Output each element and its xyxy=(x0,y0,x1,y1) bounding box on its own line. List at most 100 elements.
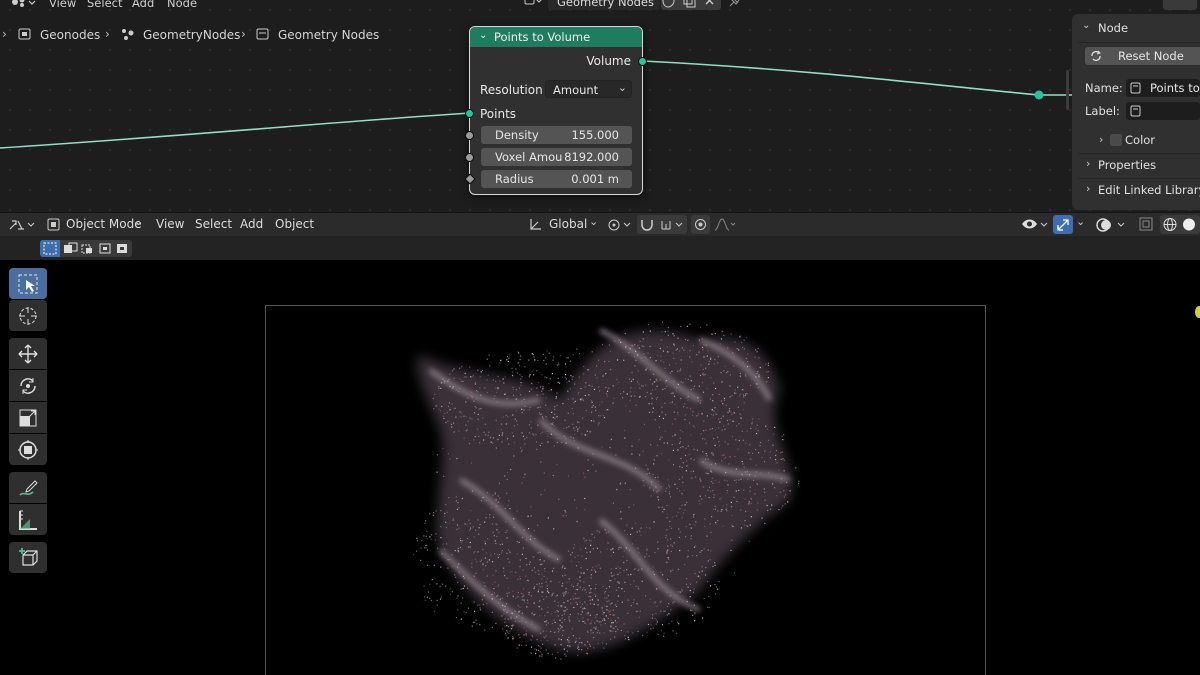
panel-title: Node xyxy=(1098,21,1129,35)
panel-resize-handle[interactable] xyxy=(1066,70,1069,110)
node-name-input[interactable]: Points to V xyxy=(1126,79,1200,97)
point-cloud-render xyxy=(412,321,800,660)
editor-type-3d-icon[interactable] xyxy=(8,217,36,233)
node-header[interactable]: ⌄ Points to Volume xyxy=(470,27,642,47)
select-mode-icons xyxy=(64,242,127,254)
voxel-amount-field[interactable]: Voxel Amou 8192.000 xyxy=(481,148,632,166)
select-box-tool[interactable] xyxy=(9,268,47,299)
menu-add[interactable]: Add xyxy=(240,217,263,231)
volume-output-socket[interactable] xyxy=(638,57,647,66)
shading-mode-buttons[interactable] xyxy=(1160,215,1200,234)
node-properties-panel[interactable]: ⌄ Node Reset Node Name: Points to V Labe… xyxy=(1072,14,1200,210)
color-subpanel-label[interactable]: Color xyxy=(1125,133,1155,147)
node-label-input[interactable] xyxy=(1126,102,1200,120)
chevron-right-icon[interactable]: › xyxy=(1099,133,1103,146)
overlays-icon xyxy=(1096,218,1125,232)
name-label: Name: xyxy=(1085,81,1123,95)
gizmo-axis-dot[interactable] xyxy=(1195,306,1200,318)
falloff-curve-icon xyxy=(714,218,736,231)
scale-tool[interactable] xyxy=(9,402,47,433)
visibility-select[interactable] xyxy=(1020,216,1050,233)
move-tool[interactable] xyxy=(9,338,47,369)
proportional-icon xyxy=(695,219,706,230)
divider xyxy=(1078,42,1200,43)
density-value: 155.000 xyxy=(571,128,619,142)
transform-tool[interactable] xyxy=(9,434,47,465)
chevron-down-icon[interactable]: ⌄ xyxy=(1076,215,1085,228)
object-mode-icon xyxy=(47,218,60,231)
divider xyxy=(1078,153,1200,154)
overlays-select[interactable] xyxy=(1094,215,1128,234)
resolution-mode-select[interactable]: Amount ⌄ xyxy=(545,80,632,98)
label-label: Label: xyxy=(1085,104,1120,118)
node-icon xyxy=(1130,82,1141,94)
voxel-amount-input-socket[interactable] xyxy=(465,153,474,162)
add-cube-tool[interactable] xyxy=(9,542,47,573)
voxel-amount-value: 8192.000 xyxy=(564,150,619,164)
transform-orientation-select[interactable]: Global ⌄ xyxy=(526,215,600,234)
resolution-mode-value: Amount xyxy=(553,83,599,97)
selection-mode-buttons[interactable] xyxy=(40,240,132,257)
density-label: Density xyxy=(495,128,539,142)
orientation-axes-icon xyxy=(530,219,541,230)
cursor-icon xyxy=(19,307,37,325)
cursor-tool[interactable] xyxy=(9,300,47,331)
select-new-button[interactable] xyxy=(40,240,60,257)
transform-icon xyxy=(18,440,38,460)
mode-select[interactable]: Object Mode ⌄ xyxy=(45,215,145,234)
chevron-right-icon[interactable]: › xyxy=(1086,157,1090,170)
shading-icons xyxy=(1163,218,1195,231)
xray-icon xyxy=(1139,217,1153,231)
3d-viewport[interactable] xyxy=(0,260,1200,675)
divider xyxy=(1078,178,1200,179)
node-icon xyxy=(1130,105,1141,117)
menu-object[interactable]: Object xyxy=(275,217,314,231)
chevron-down-icon: ⌄ xyxy=(589,215,599,228)
color-checkbox[interactable] xyxy=(1110,134,1122,146)
chevron-down-icon: ⌄ xyxy=(617,81,627,94)
measure-tool[interactable] xyxy=(9,504,47,535)
radius-field[interactable]: Radius 0.001 m xyxy=(481,170,632,188)
move-icon xyxy=(18,344,38,364)
measure-ruler-icon xyxy=(19,510,37,530)
scale-icon xyxy=(19,409,37,427)
pivot-point-select[interactable] xyxy=(607,216,633,233)
menu-select[interactable]: Select xyxy=(195,217,232,231)
rotate-tool[interactable] xyxy=(9,370,47,401)
output-volume-label: Volume xyxy=(586,54,631,68)
add-cube-icon xyxy=(19,548,38,566)
density-input-socket[interactable] xyxy=(465,131,474,140)
node-title: Points to Volume xyxy=(494,30,591,44)
chevron-down-icon: ⌄ xyxy=(134,215,144,228)
density-field[interactable]: Density 155.000 xyxy=(481,126,632,144)
refresh-icon xyxy=(1091,50,1101,61)
resolution-label: Resolution xyxy=(480,83,543,97)
proportional-editing-toggle[interactable] xyxy=(691,215,710,234)
points-input-socket[interactable] xyxy=(465,109,474,118)
node-editor[interactable]: View Select Add Node Geometry Nodes › Ge… xyxy=(0,0,1200,212)
falloff-select[interactable] xyxy=(713,216,737,233)
xray-toggle[interactable] xyxy=(1138,216,1155,233)
gizmo-toggle[interactable] xyxy=(1053,215,1073,234)
node-name-value: Points to V xyxy=(1150,81,1200,95)
properties-subpanel-label[interactable]: Properties xyxy=(1098,158,1156,172)
pivot-icon xyxy=(608,219,631,231)
reset-node-button[interactable]: Reset Node xyxy=(1085,47,1200,65)
annotate-tool[interactable] xyxy=(9,472,47,503)
collapse-chevron-icon[interactable]: ⌄ xyxy=(479,30,487,41)
menu-view[interactable]: View xyxy=(156,217,184,231)
magnet-icon xyxy=(641,220,683,231)
voxel-amount-label: Voxel Amou xyxy=(495,150,563,164)
points-to-volume-node[interactable]: ⌄ Points to Volume Volume Resolution Amo… xyxy=(464,26,647,195)
chevron-right-icon[interactable]: › xyxy=(1086,182,1090,195)
viewport-header: Object Mode ⌄ View Select Add Object Glo… xyxy=(0,212,1200,236)
snapping-toggle[interactable] xyxy=(637,215,687,234)
rotate-icon xyxy=(20,378,36,394)
viewport-tool-settings xyxy=(0,236,1200,260)
reset-node-label: Reset Node xyxy=(1118,49,1184,63)
points-label: Points xyxy=(480,107,517,121)
gizmo-icon xyxy=(1057,219,1069,231)
edit-linked-library-label[interactable]: Edit Linked Library xyxy=(1098,183,1200,197)
panel-collapse-chevron-icon[interactable]: ⌄ xyxy=(1082,20,1090,31)
mode-value: Object Mode xyxy=(66,217,142,231)
